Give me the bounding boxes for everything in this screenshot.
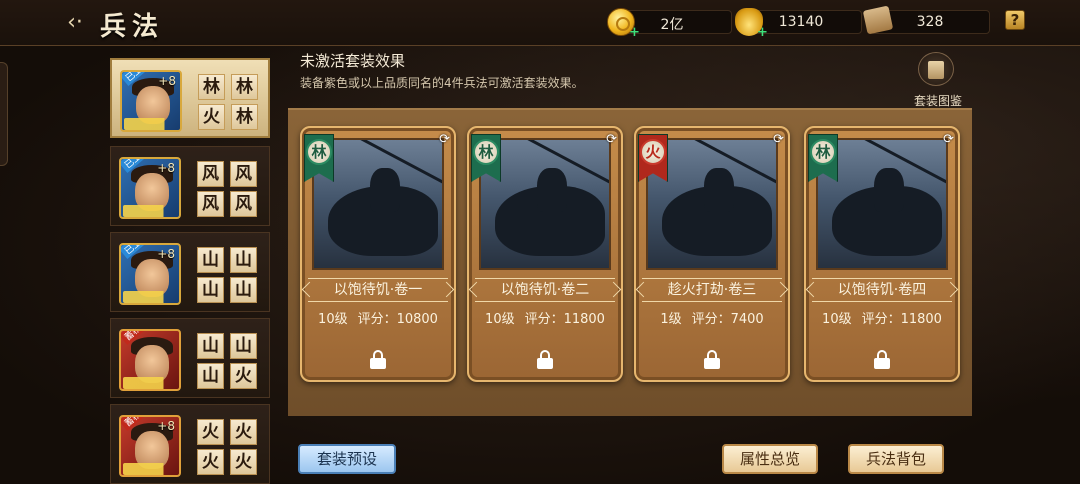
strategy-badge: 林 — [231, 104, 258, 130]
attribute-overview-button[interactable]: 属性总览 — [722, 444, 818, 474]
star-rating — [123, 291, 179, 303]
strategy-badge: 山 — [230, 277, 257, 303]
hero-portrait: 蓄积 — [119, 329, 181, 391]
top-bar: ‹· 兵法 + 2亿 + 13140 328 ? — [0, 0, 1080, 46]
strategy-badge: 火 — [230, 419, 257, 445]
swap-icon[interactable]: ⟳ — [773, 132, 784, 147]
strategy-badge: 火 — [198, 104, 225, 130]
strategy-badge: 火 — [230, 363, 257, 389]
strategy-badge: 火 — [230, 449, 257, 475]
strategy-badges: 山 山 山 山 — [197, 247, 257, 303]
hero-row[interactable]: 已上阵 +8 林 林 火 林 — [110, 58, 270, 138]
hero-row[interactable]: 蓄积 山 山 山 火 — [110, 318, 270, 398]
hero-list: 已上阵 +8 林 林 火 林 已上阵 +8 风 风 风 风 已上阵 +8 山 山… — [108, 54, 272, 484]
resource-value: 13140 — [778, 14, 824, 30]
card-info: 10级 评分：10800 — [302, 308, 454, 327]
card-score: 评分：10800 — [357, 312, 438, 327]
strategy-badge: 山 — [197, 277, 224, 303]
strategy-badge: 山 — [197, 363, 224, 389]
hero-portrait: 蓄积 +8 — [119, 415, 181, 477]
card-info: 10级 评分：11800 — [806, 308, 958, 327]
element-medal: 林 — [810, 139, 836, 165]
strategy-badge: 山 — [230, 333, 257, 359]
resource-ingot[interactable]: + 13140 — [735, 8, 862, 40]
strategy-badge: 风 — [197, 161, 224, 187]
hero-level: +8 — [157, 247, 175, 261]
swap-icon[interactable]: ⟳ — [606, 132, 617, 147]
star-rating — [123, 205, 179, 217]
strategy-card[interactable]: 火 ⟳ 趁火打劫·卷三 1级 评分：7400 — [634, 126, 790, 382]
set-gallery-label: 套装图鉴 — [913, 94, 962, 108]
hero-level: +8 — [157, 161, 175, 175]
help-button[interactable]: ? — [1005, 10, 1025, 30]
strategy-badges: 风 风 风 风 — [197, 161, 257, 217]
lock-icon[interactable] — [370, 350, 386, 369]
swap-icon[interactable]: ⟳ — [943, 132, 954, 147]
card-info: 1级 评分：7400 — [636, 308, 788, 327]
set-gallery-button[interactable]: 套装图鉴 — [904, 52, 964, 108]
card-level: 1级 — [660, 312, 682, 327]
strategy-card[interactable]: 林 ⟳ 以饱待饥·卷二 10级 评分：11800 — [467, 126, 623, 382]
strategy-badge: 火 — [197, 449, 224, 475]
resource-value: 2亿 — [660, 17, 684, 33]
card-info: 10级 评分：11800 — [469, 308, 621, 327]
strategy-badge: 山 — [197, 247, 224, 273]
page-title: 兵法 — [100, 12, 165, 42]
hero-level: +8 — [157, 419, 175, 433]
strategy-card[interactable]: 林 ⟳ 以饱待饥·卷一 10级 评分：10800 — [300, 126, 456, 382]
strategy-badge: 山 — [197, 333, 224, 359]
hero-row[interactable]: 已上阵 +8 山 山 山 山 — [110, 232, 270, 312]
card-level: 10级 — [485, 312, 515, 327]
lock-icon[interactable] — [704, 350, 720, 369]
swap-icon[interactable]: ⟳ — [439, 132, 450, 147]
element-medal: 火 — [640, 139, 666, 165]
card-name: 以饱待饥·卷四 — [812, 278, 952, 302]
set-effect-description: 装备紫色或以上品质同名的4件兵法可激活套装效果。 — [300, 76, 584, 90]
strategy-card[interactable]: 林 ⟳ 以饱待饥·卷四 10级 评分：11800 — [804, 126, 960, 382]
set-effect-title: 未激活套装效果 — [300, 52, 406, 70]
strategy-panel: 未激活套装效果 装备紫色或以上品质同名的4件兵法可激活套装效果。 套装图鉴 林 … — [288, 46, 972, 416]
strategy-badge: 风 — [230, 161, 257, 187]
strategy-badges: 山 山 山 火 — [197, 333, 257, 389]
star-rating — [124, 118, 180, 130]
card-name: 以饱待饥·卷二 — [475, 278, 615, 302]
set-preset-button[interactable]: 套装预设 — [298, 444, 396, 474]
hero-portrait: 已上阵 +8 — [120, 70, 182, 132]
strategy-badges: 林 林 火 林 — [198, 74, 258, 130]
card-name: 趁火打劫·卷三 — [642, 278, 782, 302]
strategy-badge: 风 — [197, 191, 224, 217]
strategy-badge: 火 — [197, 419, 224, 445]
hero-portrait: 已上阵 +8 — [119, 243, 181, 305]
card-score: 评分：11800 — [861, 312, 942, 327]
card-score: 评分：11800 — [524, 312, 605, 327]
side-drawer-handle[interactable] — [0, 62, 8, 166]
star-rating — [123, 377, 179, 389]
card-score: 评分：7400 — [691, 312, 764, 327]
hero-portrait: 已上阵 +8 — [119, 157, 181, 219]
card-level: 10级 — [822, 312, 852, 327]
element-medal: 林 — [473, 139, 499, 165]
lock-icon[interactable] — [874, 350, 890, 369]
star-rating — [123, 463, 179, 475]
hero-level: +8 — [158, 74, 176, 88]
strategy-badge: 林 — [231, 74, 258, 100]
resource-gold[interactable]: + 2亿 — [607, 8, 732, 40]
card-name: 以饱待饥·卷一 — [308, 278, 448, 302]
strategy-badge: 林 — [198, 74, 225, 100]
card-area: 林 ⟳ 以饱待饥·卷一 10级 评分：10800 林 ⟳ 以饱待饥·卷二 10级评… — [288, 108, 972, 416]
hero-row[interactable]: 已上阵 +8 风 风 风 风 — [110, 146, 270, 226]
strategy-badge: 山 — [230, 247, 257, 273]
back-arrow-icon[interactable]: ‹· — [62, 10, 88, 36]
lock-icon[interactable] — [537, 350, 553, 369]
resource-scroll: 328 — [862, 5, 990, 35]
strategy-bag-button[interactable]: 兵法背包 — [848, 444, 944, 474]
hero-row[interactable]: 蓄积 +8 火 火 火 火 — [110, 404, 270, 484]
resource-value: 328 — [916, 14, 944, 30]
card-level: 10级 — [318, 312, 348, 327]
strategy-badge: 风 — [230, 191, 257, 217]
strategy-badges: 火 火 火 火 — [197, 419, 257, 475]
element-medal: 林 — [306, 139, 332, 165]
scroll-gallery-icon — [918, 52, 954, 86]
